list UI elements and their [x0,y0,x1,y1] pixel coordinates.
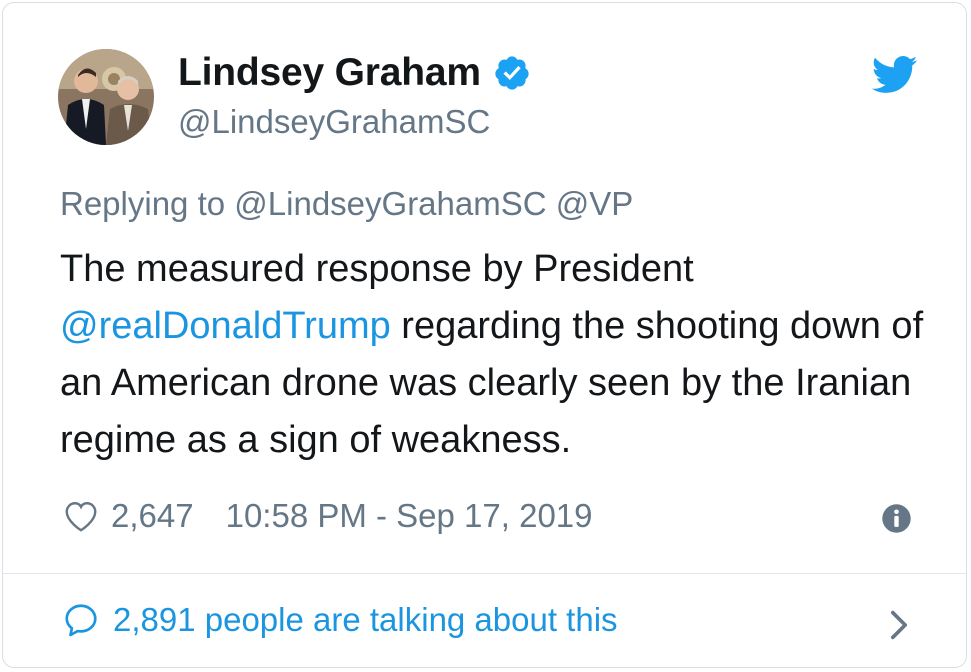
tweet-text: The measured response by President @real… [60,241,940,469]
card-divider [3,573,966,574]
heart-icon[interactable] [63,499,99,533]
author-name-text[interactable]: Lindsey Graham [178,51,481,95]
author-display-name[interactable]: Lindsey Graham [178,51,531,95]
twitter-bird-icon[interactable] [871,55,918,95]
author-handle[interactable]: @LindseyGrahamSC [178,103,490,141]
conversation-link[interactable]: 2,891 people are talking about this [63,601,618,639]
author-avatar[interactable] [58,49,154,145]
conversation-label[interactable]: 2,891 people are talking about this [113,601,618,639]
chevron-right-icon[interactable] [888,608,910,642]
tweet-timestamp[interactable]: 10:58 PM - Sep 17, 2019 [226,497,593,535]
tweet-mention-link[interactable]: @realDonaldTrump [60,305,391,347]
speech-bubble-icon [63,602,99,638]
replying-to-label: Replying to [60,185,226,222]
reply-mention-author[interactable]: @LindseyGrahamSC [234,185,546,222]
tweet-text-part-1: The measured response by President [60,248,694,290]
tweet-meta-row: 2,647 10:58 PM - Sep 17, 2019 [63,497,593,535]
embedded-tweet-card: Lindsey Graham @LindseyGrahamSC Replying… [2,2,967,668]
info-icon[interactable] [881,503,912,534]
replying-to-line: Replying to @LindseyGrahamSC @VP [60,185,633,223]
verified-badge-icon [493,54,531,92]
like-count[interactable]: 2,647 [111,497,194,535]
reply-mention-vp[interactable]: @VP [556,185,634,222]
